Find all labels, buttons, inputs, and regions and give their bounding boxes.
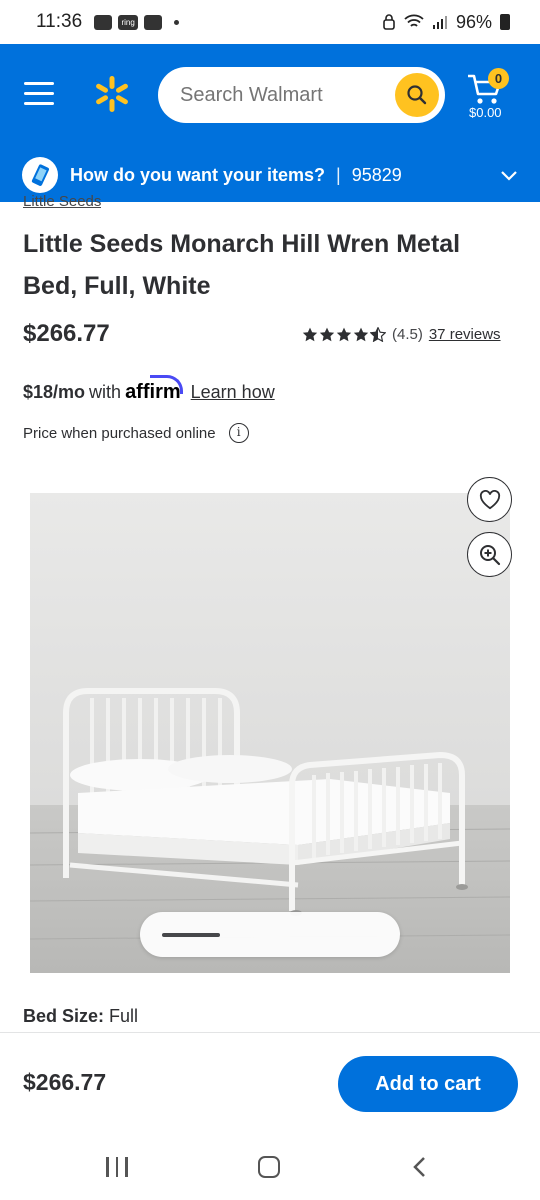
- zoom-button[interactable]: [467, 532, 512, 577]
- status-time: 11:36: [36, 11, 83, 32]
- price-note-text: Price when purchased online: [23, 424, 216, 442]
- chevron-down-icon: [501, 171, 517, 181]
- menu-button[interactable]: [24, 82, 54, 106]
- star-full-icon: [353, 327, 369, 342]
- star-full-icon: [302, 327, 318, 342]
- star-full-icon: [336, 327, 352, 342]
- product-price: $266.77: [23, 320, 110, 347]
- image-carousel-indicator[interactable]: [140, 912, 400, 957]
- walmart-spark-logo[interactable]: [92, 74, 132, 114]
- recent-apps-button[interactable]: [106, 1157, 128, 1177]
- hamburger-icon: [24, 82, 54, 85]
- rating-value: (4.5): [392, 326, 423, 343]
- product-image[interactable]: [30, 493, 510, 973]
- search-input[interactable]: [180, 67, 380, 123]
- star-half-icon: [370, 327, 386, 342]
- ring-icon: ring: [118, 14, 139, 30]
- gallery-icon: [94, 14, 113, 30]
- zoom-in-icon: [479, 544, 500, 565]
- bottom-price: $266.77: [23, 1069, 107, 1095]
- cart-count-badge: 0: [488, 68, 509, 89]
- notification-icons: ring: [94, 14, 180, 30]
- system-navigation-bar: [0, 1135, 540, 1200]
- back-button[interactable]: [410, 1155, 430, 1179]
- delivery-prompt: How do you want your items?: [70, 164, 326, 185]
- star-full-icon: [319, 327, 335, 342]
- lock-icon: [383, 14, 395, 30]
- status-bar: 11:36 ring 96%: [0, 0, 540, 44]
- affirm-monthly: $18/mo: [23, 382, 86, 402]
- wifi-icon: [404, 14, 424, 27]
- search-bar: [158, 67, 445, 123]
- search-icon: [407, 85, 427, 105]
- delivery-zip: 95829: [351, 164, 402, 185]
- bed-illustration: [30, 493, 510, 973]
- signal-icon: [432, 16, 447, 29]
- info-icon[interactable]: i: [228, 423, 249, 443]
- delivery-separator: |: [336, 164, 341, 185]
- product-rating[interactable]: (4.5) 37 reviews: [302, 326, 501, 343]
- bed-size-value: Full: [109, 1006, 139, 1026]
- battery-percent: 96%: [455, 11, 492, 32]
- reviews-link[interactable]: 37 reviews: [429, 326, 501, 343]
- system-status: 96%: [382, 12, 510, 33]
- walmart-header: 0 $0.00: [0, 44, 540, 148]
- bed-size-label: Bed Size:: [23, 1006, 105, 1026]
- rating-stars: [302, 327, 386, 342]
- affirm-logo: affirm: [125, 375, 183, 403]
- carousel-progress: [162, 933, 220, 937]
- add-to-cart-button[interactable]: Add to cart: [338, 1056, 518, 1112]
- more-notifications-icon: [174, 19, 180, 25]
- bed-size-selector: Bed Size: Full: [23, 1006, 138, 1027]
- search-button[interactable]: [395, 73, 439, 117]
- delivery-phone-icon: [22, 157, 58, 193]
- cart-button[interactable]: 0 $0.00: [464, 68, 520, 128]
- home-button[interactable]: [258, 1156, 280, 1178]
- favorite-button[interactable]: [467, 477, 512, 522]
- bottom-add-to-cart-bar: $266.77 Add to cart: [0, 1032, 540, 1135]
- affirm-with: with: [89, 382, 122, 402]
- battery-icon: [500, 14, 510, 30]
- heart-icon: [479, 489, 500, 509]
- youtube-icon: [144, 14, 163, 30]
- affirm-financing: $18/mo with affirm Learn how: [23, 375, 275, 404]
- cart-total: $0.00: [469, 105, 502, 120]
- brand-link[interactable]: Little Seeds: [23, 193, 101, 210]
- product-title: Little Seeds Monarch Hill Wren Metal Bed…: [23, 230, 461, 300]
- recent-apps-icon: [106, 1157, 109, 1177]
- price-note: Price when purchased online i: [23, 423, 249, 443]
- learn-how-link[interactable]: Learn how: [191, 382, 275, 403]
